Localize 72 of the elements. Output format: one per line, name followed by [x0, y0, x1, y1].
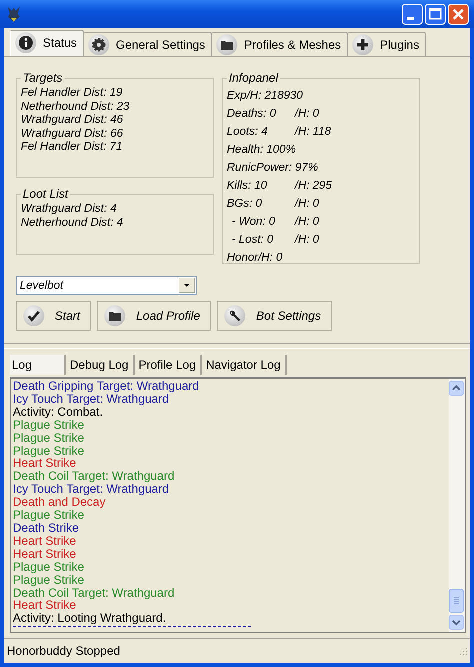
- stat-value: Health: 100%: [227, 144, 296, 156]
- close-button[interactable]: [448, 4, 469, 24]
- target-entry: Fel Handler Dist: 71: [21, 141, 124, 154]
- stat-value: Honor/H: 0: [227, 252, 284, 264]
- log-tab[interactable]: Log: [10, 355, 66, 375]
- target-entry: Netherhound Dist: 23: [21, 100, 131, 114]
- status-text: Honorbuddy Stopped: [7, 644, 120, 658]
- stat-value: Kills: 10: [227, 180, 268, 192]
- stat-value: - Won: 0: [232, 216, 276, 228]
- resize-grip-icon[interactable]: [458, 646, 468, 656]
- stat-value: Exp/H: 218930: [227, 90, 304, 102]
- scroll-down-button[interactable]: [449, 615, 464, 630]
- log-line: Heart Strike: [13, 599, 76, 612]
- log-line: Icy Touch Target: Wrathguard: [13, 392, 170, 406]
- tab[interactable]: Status: [10, 30, 84, 56]
- target-entry: Wrathguard Dist: 66: [21, 128, 124, 141]
- log-line: Heart Strike: [13, 457, 78, 470]
- log-line: Heart Strike: [13, 534, 78, 548]
- wrench-icon: [224, 305, 246, 327]
- per-hour-value: /H: 0: [295, 216, 320, 228]
- log-line: Plague Strike: [13, 418, 86, 432]
- log-line: Plague Strike: [13, 560, 86, 574]
- stat-value: Loots: 4: [227, 126, 269, 138]
- per-hour-value: /H: 0: [295, 198, 320, 210]
- log-line: Death Coil Target: Wrathguard: [13, 470, 176, 484]
- tab[interactable]: General Settings: [84, 32, 212, 56]
- log-line: Plague Strike: [13, 444, 86, 458]
- action-button[interactable]: Start: [16, 301, 92, 331]
- log-line: Death Gripping Target: Wrathguard: [13, 380, 200, 393]
- log-line: Plague Strike: [13, 509, 84, 522]
- log-line: Death Strike: [13, 522, 80, 535]
- per-hour-value: /H: 0: [295, 108, 320, 120]
- log-line: Icy Touch Target: Wrathguard: [13, 483, 170, 496]
- log-line: Plague Strike: [13, 432, 86, 445]
- log-tab[interactable]: Profile Log: [134, 355, 202, 375]
- maximize-button[interactable]: [425, 4, 446, 24]
- folder-icon: [104, 305, 126, 327]
- checkmark-icon: [23, 305, 45, 327]
- stat-value: Deaths: 0: [227, 108, 278, 120]
- log-line: Activity: Combat.: [13, 406, 104, 419]
- log-line: Death and Decay: [13, 496, 106, 510]
- tab[interactable]: Profiles & Meshes: [212, 32, 348, 56]
- group-title: Loot List: [22, 187, 70, 201]
- bot-dropdown[interactable]: Levelbot: [16, 276, 197, 295]
- per-hour-value: /H: 295: [295, 180, 332, 192]
- tab[interactable]: Plugins: [348, 32, 426, 56]
- minimize-button[interactable]: [402, 4, 423, 24]
- target-entry: Wrathguard Dist: 46: [21, 114, 124, 128]
- stat-value: BGs: 0: [227, 198, 264, 210]
- info-icon: [15, 32, 37, 54]
- log-line: Activity: Looting Wrathguard.: [13, 612, 168, 626]
- log-line: Plague Strike: [13, 574, 86, 586]
- loot-entry: Wrathguard Dist: 4: [21, 203, 118, 216]
- action-button[interactable]: Bot Settings: [217, 301, 332, 331]
- group-title: Infopanel: [228, 71, 280, 85]
- dropdown-arrow-icon: [179, 278, 195, 293]
- loot-entry: Netherhound Dist: 4: [21, 216, 124, 230]
- stat-value: RunicPower: 97%: [227, 162, 318, 174]
- log-line: Death Coil Target: Wrathguard: [13, 586, 176, 600]
- action-button[interactable]: Load Profile: [97, 301, 212, 331]
- scroll-up-button[interactable]: [449, 381, 464, 396]
- gear-icon: [88, 34, 110, 56]
- per-hour-value: /H: 0: [295, 234, 320, 246]
- app-logo-icon: [6, 5, 22, 23]
- folder-icon: [216, 34, 238, 56]
- scrollbar-thumb[interactable]: [449, 589, 464, 613]
- log-line: Heart Strike: [13, 548, 78, 561]
- group-title: Targets: [22, 71, 64, 85]
- stat-value: - Lost: 0: [232, 234, 275, 246]
- per-hour-value: /H: 118: [295, 126, 332, 138]
- target-entry: Fel Handler Dist: 19: [21, 87, 124, 100]
- plus-icon: [352, 34, 374, 56]
